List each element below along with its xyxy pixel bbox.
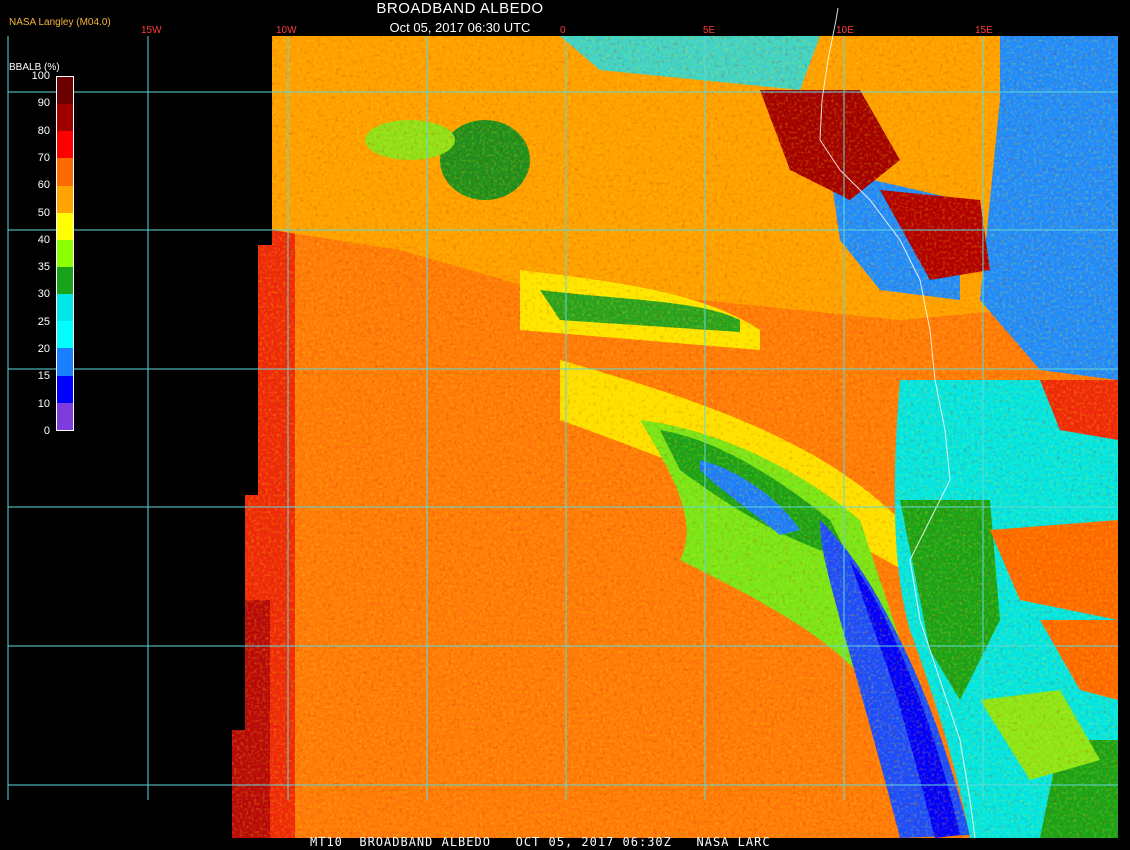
colorbar-segment bbox=[57, 239, 73, 267]
colorbar-tick-label: 30 bbox=[37, 288, 50, 301]
colorbar-tick-label: 90 bbox=[37, 97, 50, 110]
colorbar-tick-label: 100 bbox=[31, 70, 50, 82]
colorbar-tick-label: 35 bbox=[37, 261, 50, 274]
colorbar-tick-label: 10 bbox=[37, 397, 50, 410]
colorbar-tick-label: 40 bbox=[37, 233, 50, 246]
colorbar-tick-label: 15 bbox=[37, 370, 50, 383]
colorbar-tick-label: 70 bbox=[37, 151, 50, 164]
colorbar-segment bbox=[57, 131, 73, 159]
colorbar-segment bbox=[57, 266, 73, 295]
colorbar-tick-label: 25 bbox=[37, 315, 50, 328]
colorbar-segment bbox=[57, 375, 73, 403]
colorbar-segment bbox=[57, 348, 73, 376]
colorbar-tick-label: 60 bbox=[37, 179, 50, 192]
producer-label: NASA Langley (M04.0) bbox=[9, 17, 111, 28]
lon-label-0: 0 bbox=[560, 25, 566, 36]
map-datetime: Oct 05, 2017 06:30 UTC bbox=[389, 20, 531, 35]
colorbar-segment bbox=[57, 402, 73, 430]
colorbar-tick-label: 80 bbox=[37, 124, 50, 137]
colorbar-segment bbox=[57, 158, 73, 186]
lon-label-15e: 15E bbox=[975, 25, 993, 36]
lon-label-5e: 5E bbox=[703, 25, 716, 36]
colorbar-segment bbox=[57, 294, 73, 322]
colorbar bbox=[56, 76, 74, 431]
colorbar-segment bbox=[57, 77, 73, 105]
footer-caption: MT10 BROADBAND ALBEDO OCT 05, 2017 06:30… bbox=[310, 835, 771, 849]
lon-label-10e: 10E bbox=[836, 25, 854, 36]
lon-label-10w: 10W bbox=[276, 25, 297, 36]
lon-label-15w: 15W bbox=[141, 25, 162, 36]
colorbar-tick-label: 20 bbox=[37, 343, 50, 356]
colorbar-tick-label: 0 bbox=[43, 425, 50, 437]
albedo-map bbox=[7, 7, 1118, 839]
map-title: BROADBAND ALBEDO bbox=[376, 0, 544, 17]
colorbar-tick-label: 50 bbox=[37, 206, 50, 219]
colorbar-segment bbox=[57, 104, 73, 132]
colorbar-segment bbox=[57, 185, 73, 213]
albedo-field bbox=[232, 36, 1118, 838]
colorbar-segment bbox=[57, 212, 73, 240]
colorbar-segment bbox=[57, 321, 73, 349]
